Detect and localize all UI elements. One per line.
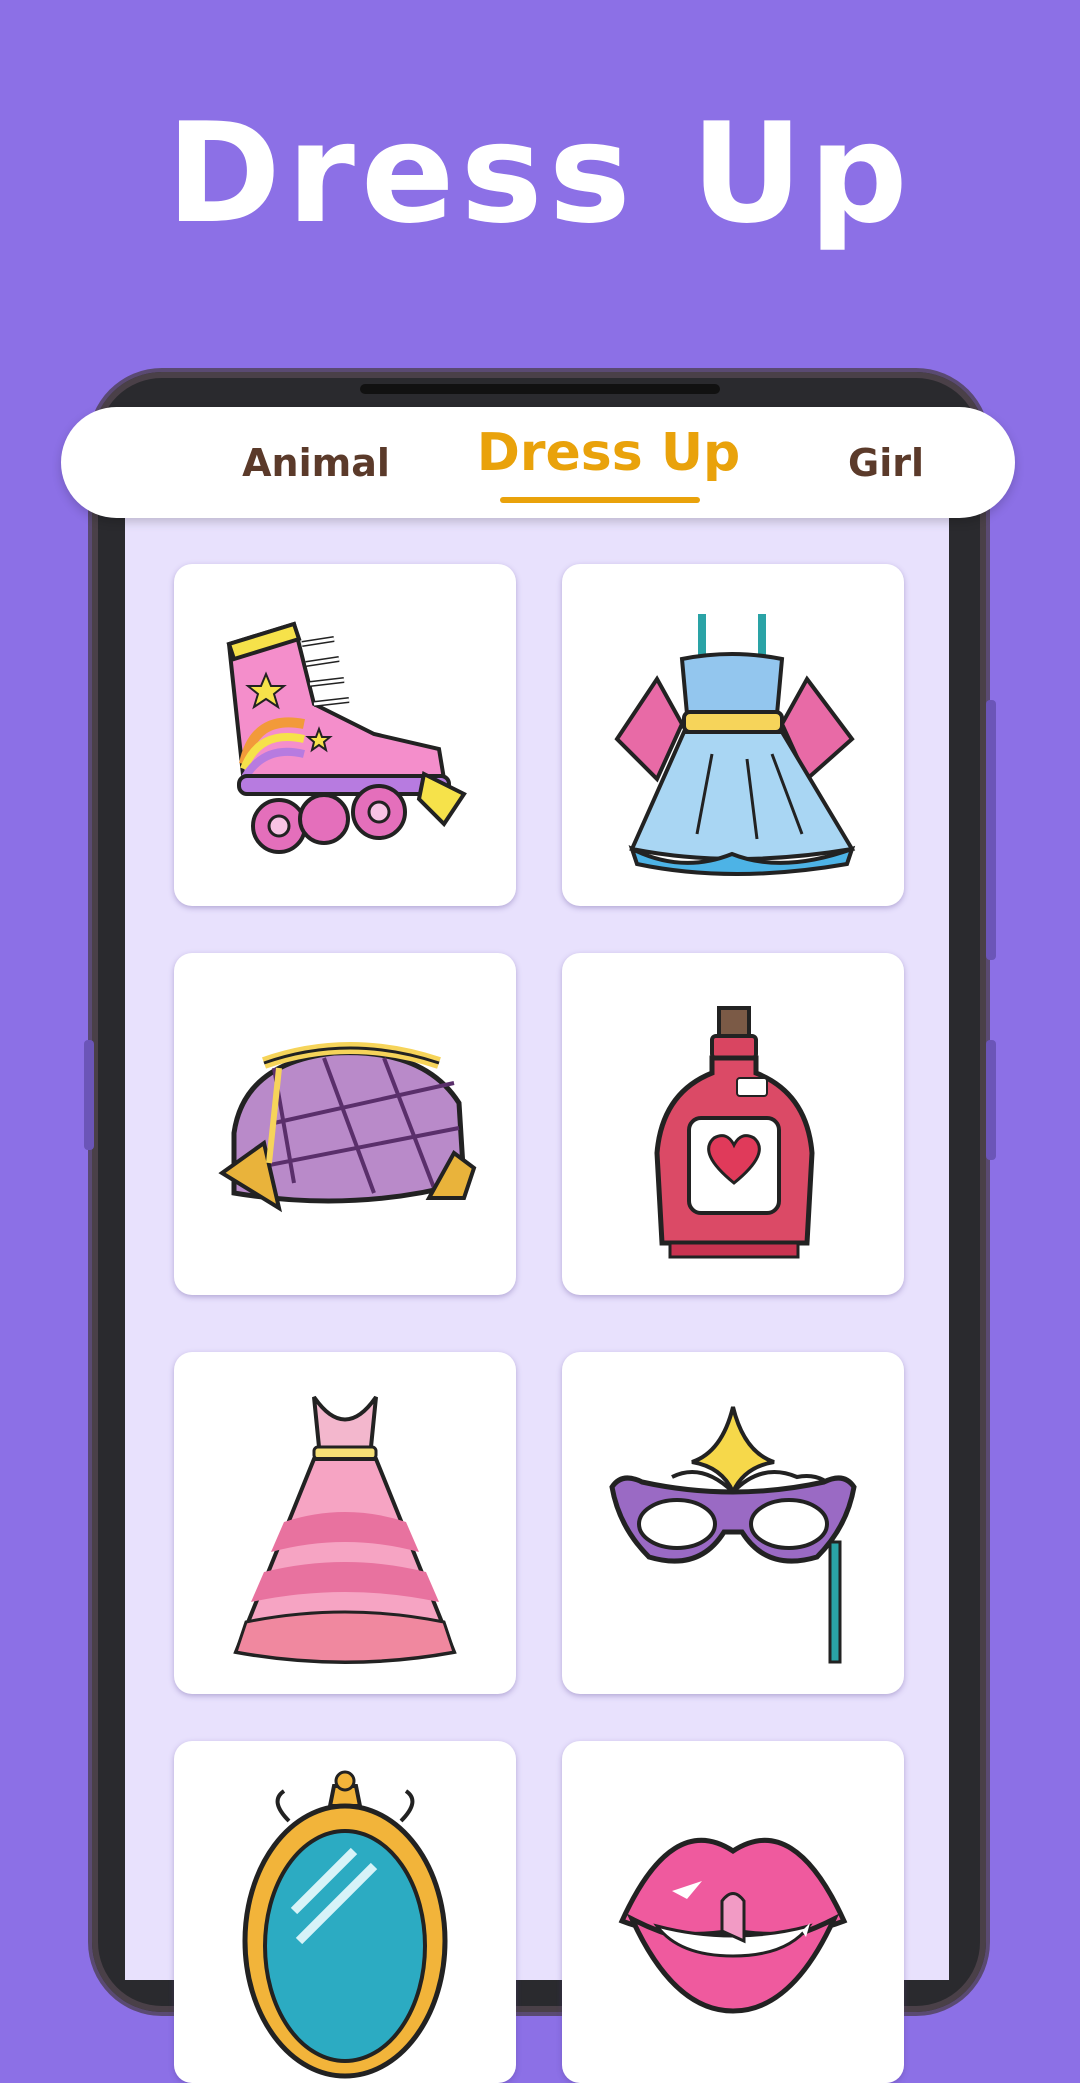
phone-side-button [986,1040,996,1160]
grid-item-pink-gown[interactable] [174,1352,516,1694]
roller-skate-icon [226,621,467,854]
grid-item-mirror[interactable] [174,1741,516,2083]
active-tab-indicator [500,497,700,503]
tab-girl[interactable]: Girl [761,407,1011,518]
phone-speaker [360,384,720,394]
masquerade-mask-icon [609,1406,857,1664]
purse-icon [218,1042,477,1213]
mirror-icon [242,1770,448,2079]
pink-gown-icon [233,1395,457,1664]
grid-item-blue-dress[interactable] [562,564,904,906]
category-tab-bar: Animal Dress Up Girl [61,407,1015,518]
tab-dress-up[interactable]: Dress Up [461,397,756,508]
page-title: Dress Up [166,93,914,254]
perfume-bottle-icon [654,1006,815,1259]
grid-item-lips[interactable] [562,1741,904,2083]
grid-item-perfume[interactable] [562,953,904,1295]
blue-dress-icon [614,614,856,876]
grid-item-masquerade-mask[interactable] [562,1352,904,1694]
phone-side-button [986,700,996,960]
grid-item-purse[interactable] [174,953,516,1295]
phone-side-button [84,1040,94,1150]
tab-animal[interactable]: Animal [181,407,451,518]
grid-item-roller-skate[interactable] [174,564,516,906]
lips-icon [618,1837,848,2014]
